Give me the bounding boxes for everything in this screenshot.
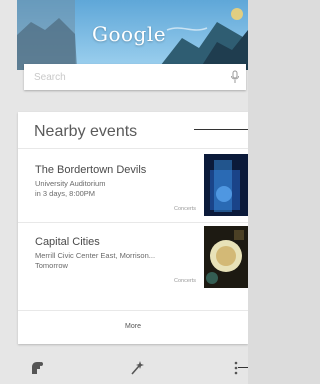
search-input[interactable] (34, 70, 204, 84)
google-header: Google (17, 0, 248, 70)
event-venue: Merrill Civic Center East, Morrison... (35, 251, 156, 260)
more-button[interactable]: More (18, 310, 248, 344)
event-item[interactable]: The Bordertown Devils University Auditor… (18, 150, 248, 220)
microphone-icon[interactable] (230, 70, 240, 84)
event-time: Tomorrow (35, 261, 68, 270)
google-now-screen: Google Nearby events The Bordertown Devi… (0, 0, 248, 384)
magic-wand-icon[interactable] (129, 360, 145, 376)
overflow-pointer-line (238, 367, 248, 368)
card-title-pointer-line (194, 129, 248, 130)
event-venue: University Auditorium (35, 179, 106, 188)
event-category: Concerts (173, 278, 196, 284)
overflow-menu-icon[interactable] (228, 360, 244, 376)
nearby-events-card: Nearby events The Bordertown Devils Univ… (18, 112, 248, 344)
event-thumbnail (204, 226, 248, 288)
search-bar[interactable] (24, 64, 246, 90)
event-item[interactable]: Capital Cities Merrill Civic Center East… (18, 222, 248, 292)
bottom-bar (0, 352, 248, 384)
google-logo: Google (92, 22, 167, 46)
event-time: in 3 days, 8:00PM (35, 189, 96, 198)
event-name: Capital Cities (35, 236, 100, 248)
event-category: Concerts (173, 206, 196, 212)
card-title: Nearby events (34, 123, 138, 140)
event-thumbnail (204, 154, 248, 216)
reminders-icon[interactable] (29, 360, 45, 376)
divider (18, 148, 248, 149)
event-name: The Bordertown Devils (35, 164, 147, 176)
